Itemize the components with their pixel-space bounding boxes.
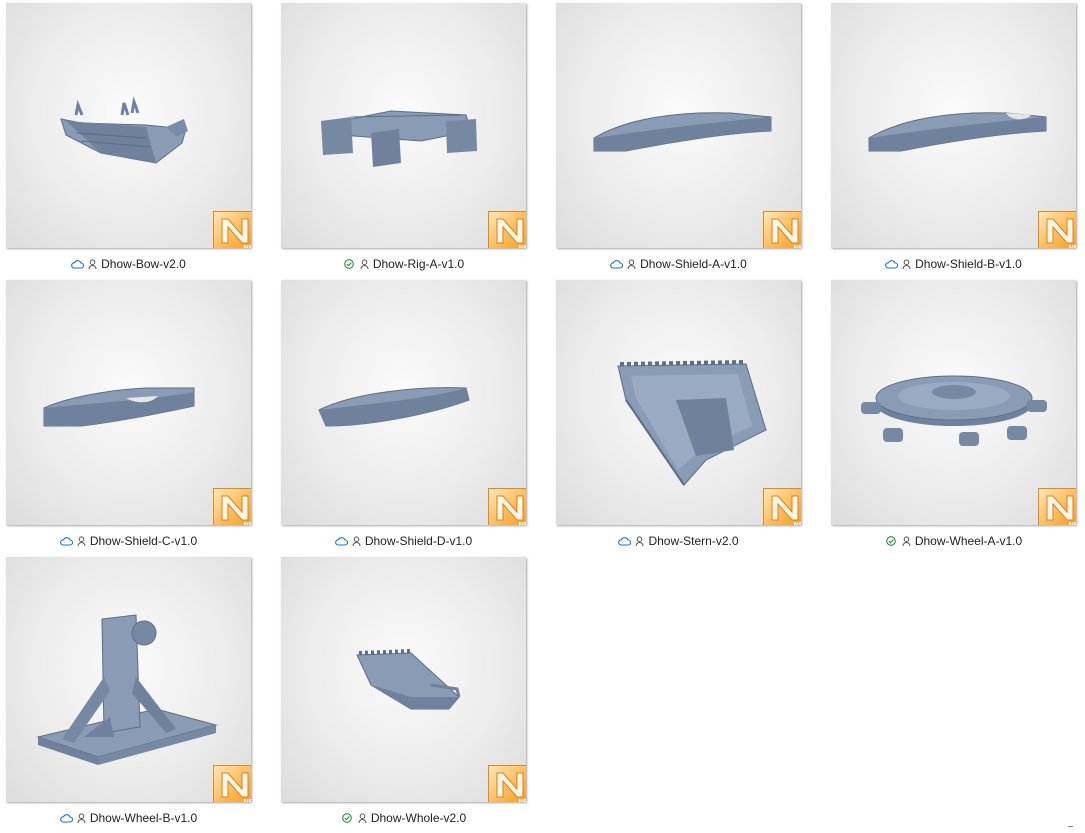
- file-thumbnail[interactable]: NF: [281, 280, 526, 525]
- file-caption[interactable]: Dhow-Whole-v2.0: [275, 809, 532, 827]
- autodesk-netfabb-icon: [496, 772, 524, 798]
- autodesk-netfabb-icon: [221, 218, 249, 244]
- file-thumbnail[interactable]: NF: [6, 3, 251, 248]
- autodesk-netfabb-icon: [771, 495, 799, 521]
- cloud-icon: [334, 537, 348, 546]
- cloud-icon: [59, 814, 73, 823]
- file-thumbnail[interactable]: NF: [556, 280, 801, 525]
- file-tile-2[interactable]: NF Dhow-Shield-A-v1.0: [550, 0, 825, 272]
- file-tile-5[interactable]: NF Dhow-Shield-D-v1.0: [275, 277, 550, 549]
- file-caption[interactable]: Dhow-Shield-C-v1.0: [0, 532, 257, 550]
- user-icon: [902, 258, 911, 269]
- file-name: Dhow-Rig-A-v1.0: [372, 257, 465, 271]
- file-caption[interactable]: Dhow-Shield-D-v1.0: [275, 532, 532, 550]
- user-icon: [88, 258, 97, 269]
- cloud-icon: [59, 537, 73, 546]
- autodesk-netfabb-icon: [496, 495, 524, 521]
- user-icon: [352, 535, 361, 546]
- user-icon: [627, 258, 636, 269]
- file-caption[interactable]: Dhow-Wheel-A-v1.0: [825, 532, 1082, 550]
- netfabb-badge: NF: [488, 765, 526, 802]
- file-tile-8[interactable]: NF Dhow-Wheel-B-v1.0: [0, 554, 275, 826]
- file-name: Dhow-Shield-B-v1.0: [915, 257, 1022, 271]
- file-tile-3[interactable]: NF Dhow-Shield-B-v1.0: [825, 0, 1085, 272]
- check-circle-icon: [885, 536, 896, 546]
- file-name: Dhow-Shield-A-v1.0: [640, 257, 747, 271]
- file-tile-1[interactable]: NF Dhow-Rig-A-v1.0: [275, 0, 550, 272]
- autodesk-netfabb-icon: [1046, 495, 1074, 521]
- autodesk-netfabb-icon: [221, 772, 249, 798]
- file-thumbnail[interactable]: NF: [281, 557, 526, 802]
- autodesk-netfabb-icon: [1046, 218, 1074, 244]
- cloud-icon: [610, 260, 624, 269]
- netfabb-badge: NF: [213, 211, 251, 248]
- netfabb-badge: NF: [213, 488, 251, 525]
- file-caption[interactable]: Dhow-Shield-A-v1.0: [550, 255, 807, 273]
- file-caption[interactable]: Dhow-Stern-v2.0: [550, 532, 807, 550]
- file-caption[interactable]: Dhow-Bow-v2.0: [0, 255, 257, 273]
- cloud-icon: [618, 537, 632, 546]
- netfabb-badge: NF: [1038, 488, 1076, 525]
- file-name: Dhow-Shield-D-v1.0: [364, 534, 473, 548]
- file-name: Dhow-Whole-v2.0: [370, 811, 467, 825]
- file-name: Dhow-Shield-C-v1.0: [89, 534, 198, 548]
- file-grid: NF Dhow-Bow-v2.0 NF Dhow-R: [0, 0, 1085, 833]
- user-icon: [902, 535, 911, 546]
- cloud-icon: [71, 260, 85, 269]
- file-tile-0[interactable]: NF Dhow-Bow-v2.0: [0, 0, 275, 272]
- file-thumbnail[interactable]: NF: [6, 557, 251, 802]
- file-thumbnail[interactable]: NF: [281, 3, 526, 248]
- file-caption[interactable]: Dhow-Shield-B-v1.0: [825, 255, 1082, 273]
- file-tile-6[interactable]: NF Dhow-Stern-v2.0: [550, 277, 825, 549]
- check-circle-icon: [343, 259, 354, 269]
- file-tile-4[interactable]: NF Dhow-Shield-C-v1.0: [0, 277, 275, 549]
- user-icon: [360, 258, 369, 269]
- netfabb-badge: NF: [488, 211, 526, 248]
- file-name: Dhow-Wheel-A-v1.0: [914, 534, 1023, 548]
- file-thumbnail[interactable]: NF: [831, 3, 1076, 248]
- user-icon: [635, 535, 644, 546]
- file-thumbnail[interactable]: NF: [556, 3, 801, 248]
- file-caption[interactable]: Dhow-Wheel-B-v1.0: [0, 809, 257, 827]
- cloud-icon: [885, 260, 899, 269]
- netfabb-badge: NF: [1038, 211, 1076, 248]
- user-icon: [77, 535, 86, 546]
- autodesk-netfabb-icon: [496, 218, 524, 244]
- netfabb-badge: NF: [763, 211, 801, 248]
- file-thumbnail[interactable]: NF: [831, 280, 1076, 525]
- resize-grip: [1068, 826, 1073, 827]
- netfabb-badge: NF: [488, 488, 526, 525]
- file-name: Dhow-Wheel-B-v1.0: [89, 811, 198, 825]
- netfabb-badge: NF: [213, 765, 251, 802]
- file-thumbnail[interactable]: NF: [6, 280, 251, 525]
- file-tile-9[interactable]: NF Dhow-Whole-v2.0: [275, 554, 550, 826]
- file-name: Dhow-Bow-v2.0: [101, 257, 186, 271]
- file-name: Dhow-Stern-v2.0: [648, 534, 739, 548]
- file-tile-7[interactable]: NF Dhow-Wheel-A-v1.0: [825, 277, 1085, 549]
- user-icon: [77, 812, 86, 823]
- user-icon: [358, 812, 367, 823]
- check-circle-icon: [341, 813, 352, 823]
- netfabb-badge: NF: [763, 488, 801, 525]
- autodesk-netfabb-icon: [771, 218, 799, 244]
- file-caption[interactable]: Dhow-Rig-A-v1.0: [275, 255, 532, 273]
- autodesk-netfabb-icon: [221, 495, 249, 521]
